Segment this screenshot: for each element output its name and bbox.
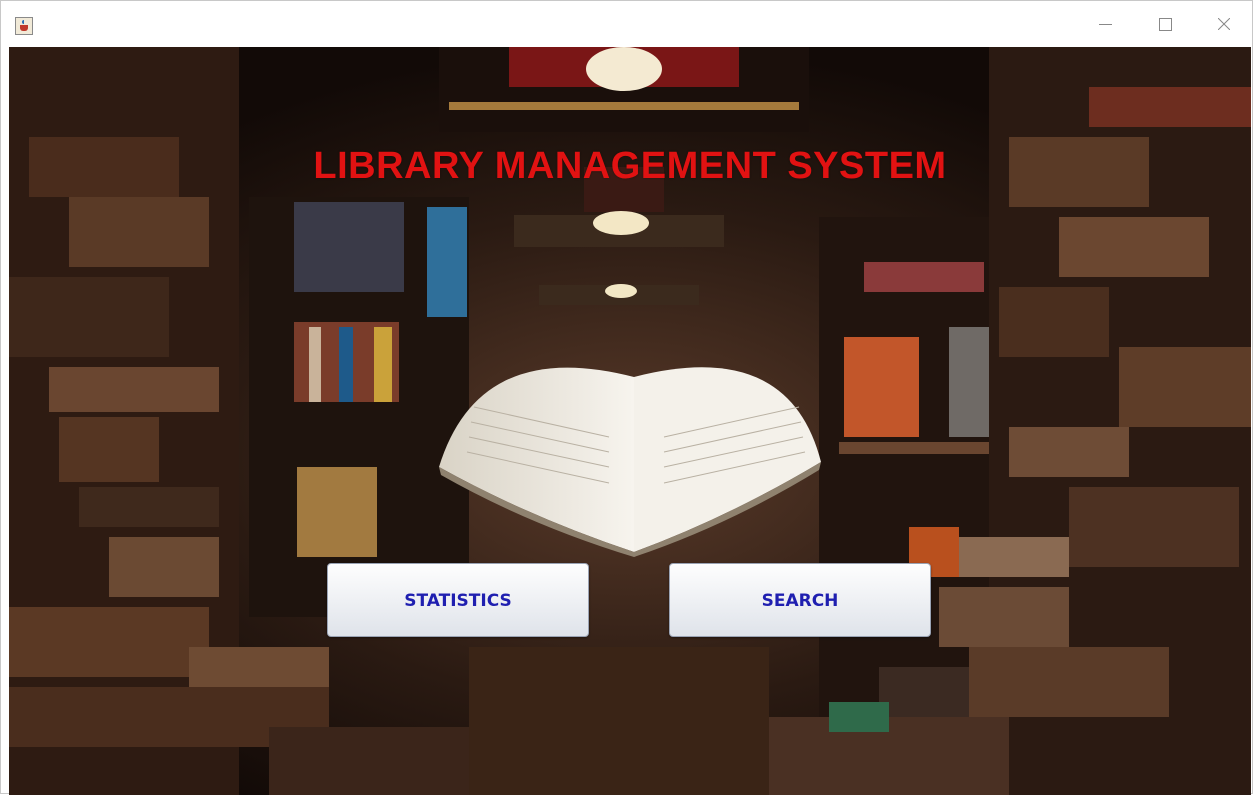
close-button[interactable] <box>1206 9 1242 39</box>
statistics-button[interactable]: STATISTICS <box>327 563 589 637</box>
main-panel: LIBRARY MANAGEMENT SYSTEM STATISTICS SEA… <box>9 47 1251 795</box>
maximize-icon <box>1159 18 1172 31</box>
application-window: LIBRARY MANAGEMENT SYSTEM STATISTICS SEA… <box>0 0 1253 795</box>
title-bar[interactable] <box>1 1 1252 47</box>
maximize-button[interactable] <box>1147 9 1183 39</box>
page-title: LIBRARY MANAGEMENT SYSTEM <box>313 145 947 187</box>
java-cup-icon <box>15 17 33 35</box>
minimize-button[interactable] <box>1087 9 1123 39</box>
minimize-icon <box>1099 24 1112 25</box>
search-button[interactable]: SEARCH <box>669 563 931 637</box>
close-icon <box>1218 18 1230 30</box>
